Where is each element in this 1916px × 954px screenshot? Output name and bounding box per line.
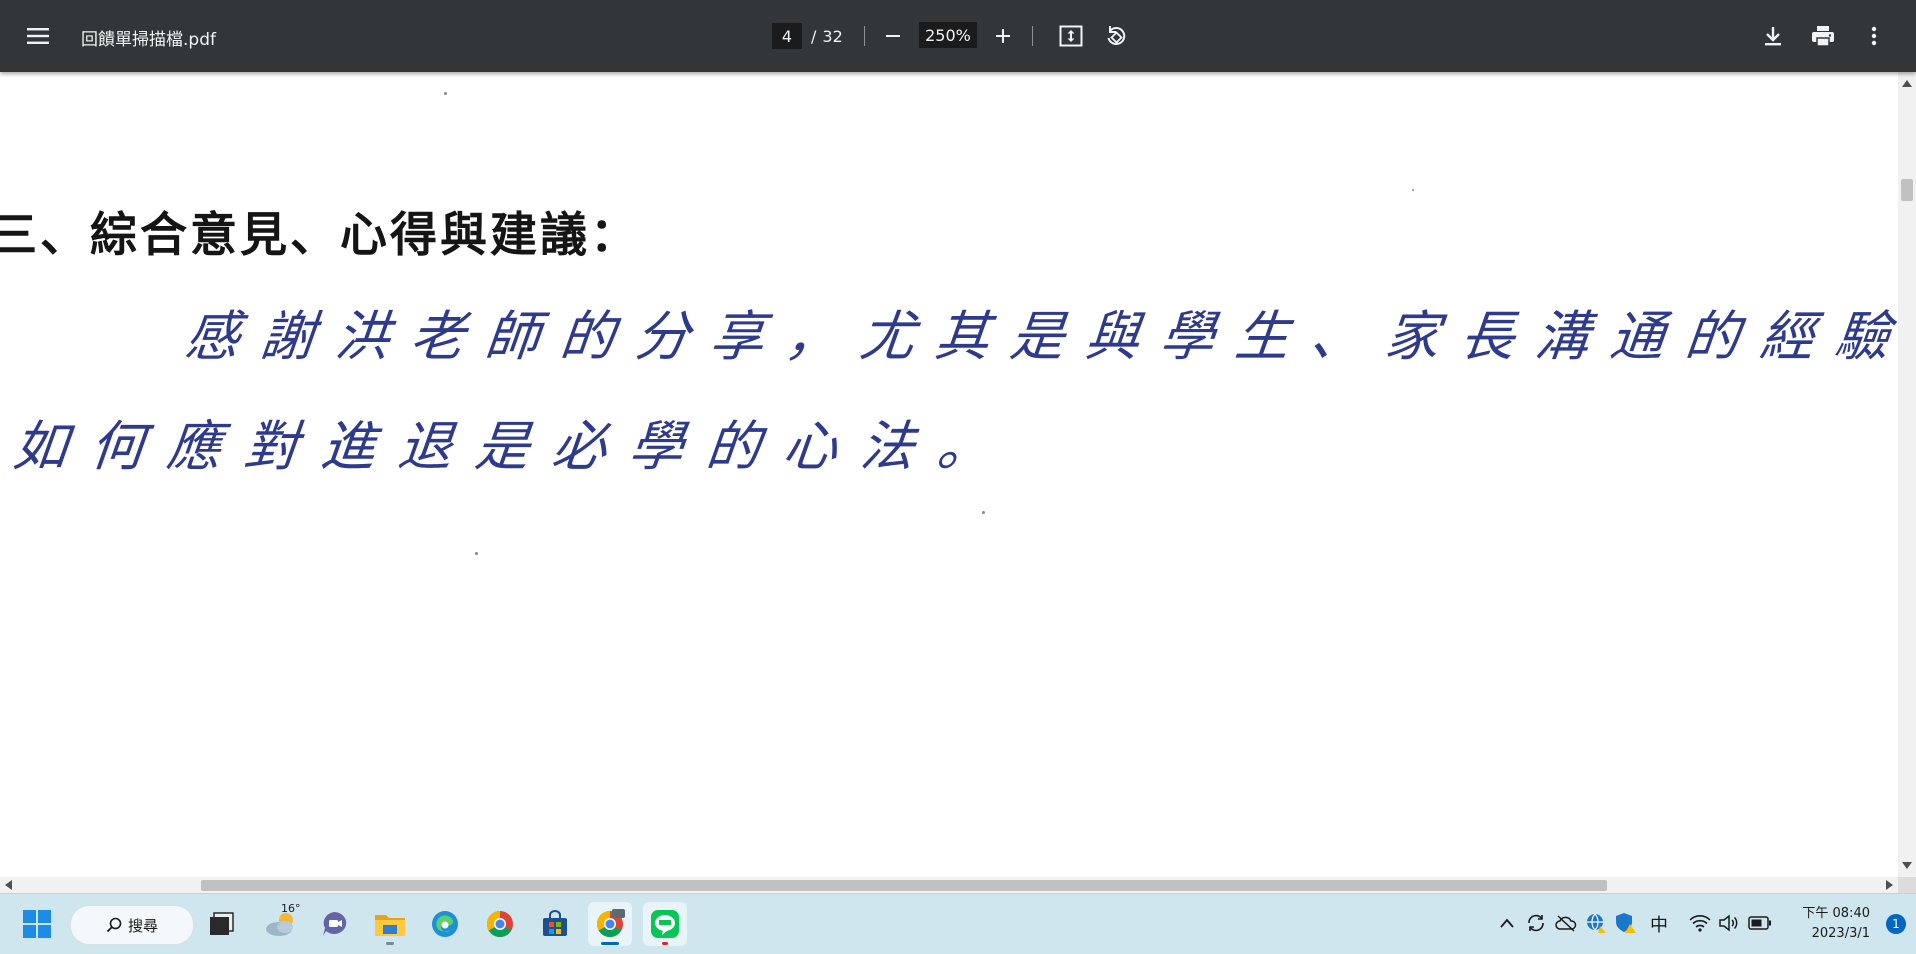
task-view-button[interactable] [200, 902, 244, 946]
fit-to-page-icon [1059, 25, 1083, 47]
handwritten-line: 感謝洪老師的分享，尤其是與學生、家長溝通的經驗， [182, 305, 1898, 368]
tray-battery[interactable] [1748, 910, 1772, 936]
start-button[interactable] [15, 902, 59, 946]
scroll-down-arrow-icon[interactable] [1902, 862, 1912, 869]
page-separator: / [811, 26, 817, 46]
scan-speck [444, 92, 447, 95]
print-button[interactable] [1807, 20, 1839, 52]
chrome-browser-button[interactable] [478, 902, 522, 946]
more-vertical-icon [1871, 26, 1877, 46]
windows-taskbar: 搜尋 16° 中 下午 08:40 2023/3/1 1 [0, 893, 1916, 954]
handwritten-line: 如何應對進退是必學的心法。 [10, 415, 1018, 478]
tray-wifi[interactable] [1688, 910, 1712, 936]
wifi-icon [1689, 915, 1711, 932]
more-actions-button[interactable] [1858, 20, 1890, 52]
menu-button[interactable] [22, 22, 54, 50]
cloud-offline-icon [1555, 915, 1577, 932]
weather-widget[interactable]: 16° [259, 902, 303, 946]
microsoft-store-button[interactable] [533, 902, 577, 946]
section-heading: 三、綜合意見、心得與建議： [0, 208, 640, 263]
plus-icon [996, 29, 1010, 43]
tray-security[interactable] [1614, 910, 1638, 936]
clock-date: 2023/3/1 [1811, 926, 1870, 941]
zoom-in-button[interactable] [988, 22, 1018, 50]
active-window-indicator [601, 942, 619, 945]
notification-badge[interactable]: 1 [1886, 914, 1906, 934]
line-app-button[interactable] [643, 902, 687, 946]
tray-onedrive[interactable] [1554, 910, 1578, 936]
folder-icon [375, 915, 405, 936]
download-icon [1765, 27, 1781, 46]
rotate-counterclockwise-icon [1107, 26, 1126, 45]
pdf-toolbar: 回饋單掃描檔.pdf / 32 [0, 0, 1916, 72]
windows-logo-icon [23, 910, 51, 938]
scroll-up-arrow-icon[interactable] [1902, 80, 1912, 87]
scroll-left-arrow-icon[interactable] [5, 880, 12, 890]
taskbar-clock[interactable]: 下午 08:40 2023/3/1 [1802, 904, 1870, 944]
page-selector: / 32 [772, 22, 843, 50]
search-label: 搜尋 [127, 916, 158, 935]
vertical-scrollbar[interactable] [1898, 72, 1916, 877]
ime-indicator[interactable]: 中 [1650, 911, 1668, 937]
horizontal-scrollbar[interactable] [0, 877, 1898, 893]
globe-warning-icon [1587, 913, 1606, 933]
scan-speck [475, 552, 478, 555]
toolbar-divider [1032, 26, 1033, 46]
pdf-page-viewport[interactable]: 三、綜合意見、心得與建議： 感謝洪老師的分享，尤其是與學生、家長溝通的經驗， 如… [0, 72, 1898, 877]
scrollbar-corner [1898, 877, 1916, 893]
clock-time: 下午 08:40 [1802, 906, 1870, 921]
show-hidden-icons-button[interactable] [1495, 910, 1519, 936]
shield-warning-icon [1616, 913, 1636, 933]
file-name: 回饋單掃描檔.pdf [81, 30, 216, 50]
chrome-browser-icon [596, 909, 625, 938]
fit-to-page-button[interactable] [1055, 20, 1087, 52]
tray-sync[interactable] [1524, 910, 1548, 936]
toolbar-divider [864, 26, 865, 46]
hamburger-menu-icon [27, 28, 49, 44]
scroll-right-arrow-icon[interactable] [1886, 880, 1893, 890]
scan-speck [1412, 189, 1414, 191]
file-explorer-button[interactable] [368, 902, 412, 946]
vertical-scroll-thumb[interactable] [1901, 179, 1913, 201]
chrome-active-window-button[interactable] [588, 902, 632, 946]
battery-icon [1748, 916, 1771, 930]
running-indicator [386, 942, 394, 945]
edge-browser-button[interactable] [423, 902, 467, 946]
speaker-icon [1719, 914, 1738, 932]
horizontal-scroll-thumb[interactable] [201, 880, 1607, 891]
line-app-icon [651, 910, 679, 938]
page-number-input[interactable] [772, 23, 802, 49]
zoom-out-button[interactable] [878, 22, 908, 50]
weather-temperature: 16° [281, 902, 301, 915]
tray-network-globe[interactable] [1584, 910, 1608, 936]
scan-speck [982, 511, 985, 514]
tray-volume[interactable] [1717, 910, 1741, 936]
page-total: 32 [822, 26, 843, 46]
edge-browser-icon [432, 911, 458, 937]
teams-chat-button[interactable] [313, 902, 357, 946]
sync-icon [1528, 914, 1544, 932]
download-button[interactable] [1757, 20, 1789, 52]
chevron-up-icon [1500, 918, 1514, 928]
minus-icon [886, 35, 900, 37]
search-icon [106, 917, 122, 933]
task-view-icon [210, 912, 234, 935]
chat-icon [323, 912, 347, 936]
store-bag-icon [543, 910, 567, 936]
zoom-level-input[interactable] [919, 22, 977, 48]
chrome-browser-icon [486, 910, 513, 938]
print-icon [1812, 26, 1834, 47]
rotate-button[interactable] [1100, 20, 1132, 52]
taskbar-search[interactable]: 搜尋 [70, 905, 194, 945]
running-indicator [662, 942, 668, 945]
